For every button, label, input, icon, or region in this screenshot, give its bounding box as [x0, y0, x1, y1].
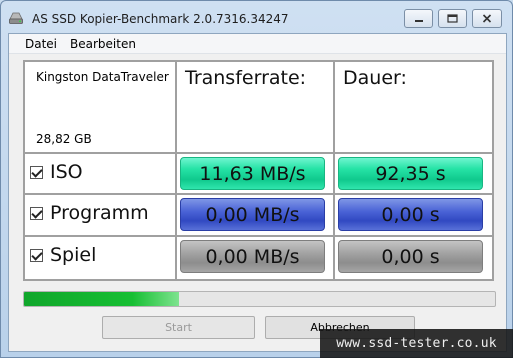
- transfer-column-header: Transferrate:: [185, 67, 307, 89]
- menu-bar: Datei Bearbeiten: [9, 34, 506, 54]
- iso-duration-cell: 92,35 s: [335, 154, 492, 193]
- drive-icon: [9, 12, 23, 24]
- iso-row-label: ISO: [30, 154, 83, 190]
- programm-checkbox[interactable]: [30, 206, 43, 220]
- menu-item-datei[interactable]: Datei: [25, 37, 57, 51]
- menu-item-bearbeiten[interactable]: Bearbeiten: [70, 37, 136, 51]
- row-label-cell: ISO: [25, 154, 175, 193]
- spiel-label: Spiel: [50, 244, 97, 266]
- duration-column-header: Dauer:: [343, 67, 407, 89]
- close-button[interactable]: [472, 9, 502, 28]
- progress-bar: [23, 291, 496, 307]
- start-button[interactable]: Start: [102, 316, 255, 339]
- row-label-cell: Programm: [25, 195, 175, 235]
- watermark: www.ssd-tester.co.uk: [320, 329, 513, 358]
- programm-transfer-value: 0,00 MB/s: [180, 198, 325, 231]
- spiel-duration-cell: 0,00 s: [335, 237, 492, 279]
- duration-header-cell: Dauer:: [335, 62, 492, 152]
- maximize-button[interactable]: [438, 9, 467, 28]
- transfer-header-cell: Transferrate:: [177, 62, 333, 152]
- iso-checkbox[interactable]: [30, 165, 43, 179]
- app-window: AS SSD Kopier-Benchmark 2.0.7316.34247 D…: [0, 0, 513, 358]
- title-bar[interactable]: AS SSD Kopier-Benchmark 2.0.7316.34247: [1, 1, 512, 33]
- iso-duration-value: 92,35 s: [338, 157, 483, 190]
- spiel-transfer-value: 0,00 MB/s: [180, 240, 325, 273]
- spiel-transfer-cell: 0,00 MB/s: [177, 237, 333, 279]
- device-size: 28,82 GB: [36, 132, 92, 146]
- close-icon: [482, 14, 492, 23]
- spiel-row-label: Spiel: [30, 237, 96, 273]
- row-label-cell: Spiel: [25, 237, 175, 279]
- iso-transfer-cell: 11,63 MB/s: [177, 154, 333, 193]
- programm-row-label: Programm: [30, 195, 149, 231]
- window-title: AS SSD Kopier-Benchmark 2.0.7316.34247: [32, 12, 289, 26]
- minimize-icon: [414, 19, 423, 22]
- programm-duration-cell: 0,00 s: [335, 195, 492, 235]
- minimize-button[interactable]: [404, 9, 433, 28]
- programm-duration-value: 0,00 s: [338, 198, 483, 231]
- device-name: Kingston DataTraveler: [36, 70, 169, 84]
- results-grid: Kingston DataTraveler 28,82 GB Transferr…: [23, 60, 494, 281]
- spiel-checkbox[interactable]: [30, 248, 43, 262]
- programm-transfer-cell: 0,00 MB/s: [177, 195, 333, 235]
- iso-label: ISO: [50, 161, 83, 183]
- programm-label: Programm: [50, 202, 149, 224]
- maximize-icon: [447, 14, 458, 23]
- device-info-cell: Kingston DataTraveler 28,82 GB: [25, 62, 175, 152]
- spiel-duration-value: 0,00 s: [338, 240, 483, 273]
- iso-transfer-value: 11,63 MB/s: [180, 157, 325, 190]
- client-area: Datei Bearbeiten Kingston DataTraveler 2…: [8, 33, 507, 352]
- progress-fill: [24, 292, 180, 306]
